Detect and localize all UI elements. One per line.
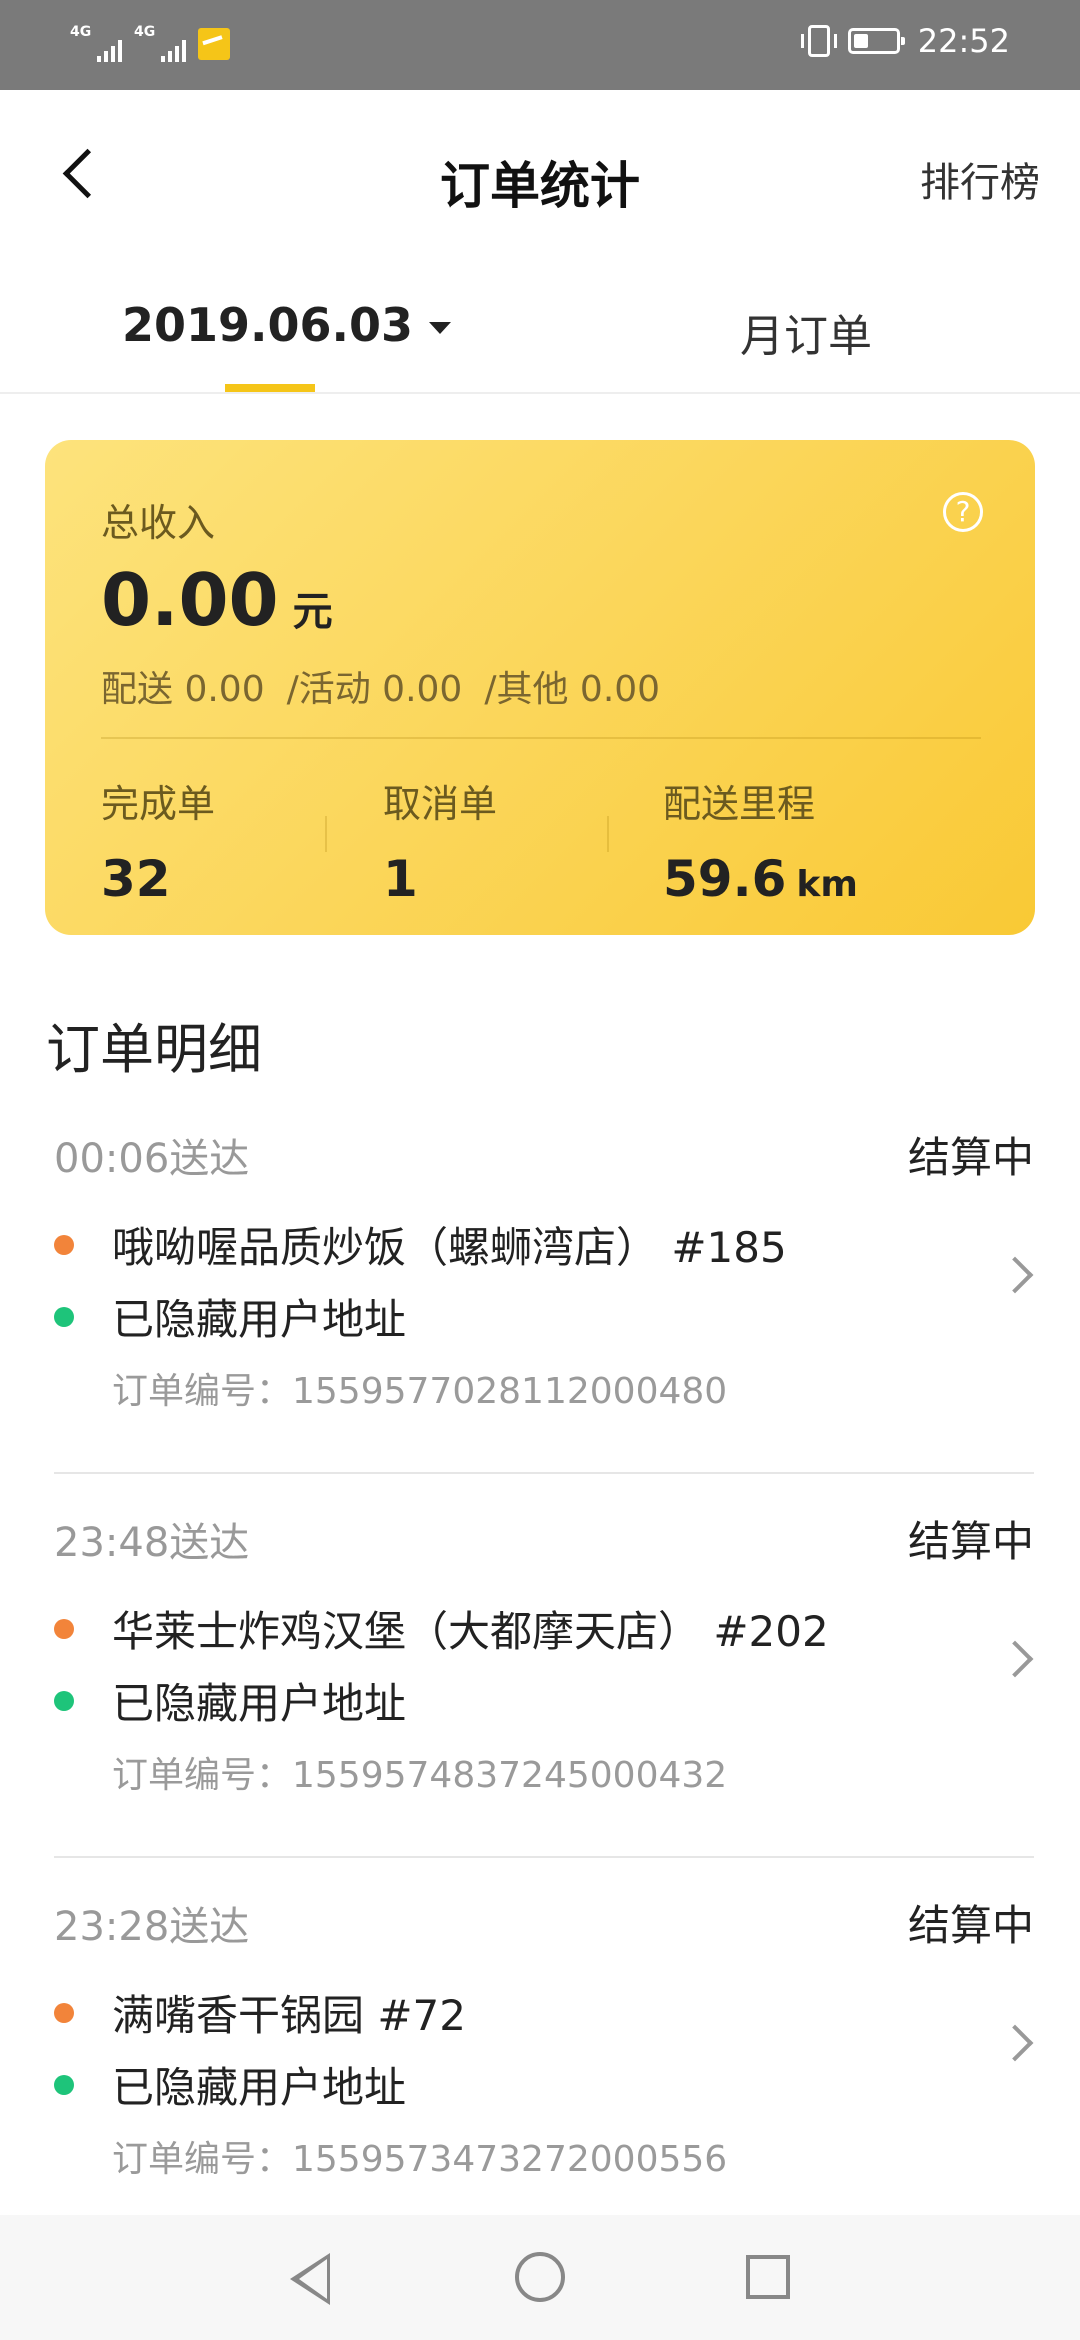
stat-value: 59.6 km: [663, 850, 858, 908]
battery-icon: [847, 28, 905, 54]
signal-icon: 4G: [134, 24, 186, 64]
stat-label: 完成单: [101, 782, 216, 826]
income-summary-card: 总收入 ? 0.00 元 配送 0.00 /活动 0.00 /其他 0.00 完…: [45, 440, 1035, 935]
caret-down-icon: [429, 322, 452, 334]
tab-date-label: 2019.06.03: [122, 298, 414, 352]
store-name: 哦呦喔品质炒饭（螺蛳湾店） #185: [112, 1223, 787, 1272]
store-name: 华莱士炸鸡汉堡（大都摩天店） #202: [112, 1607, 829, 1656]
network-type: 4G: [70, 24, 92, 40]
delivery-time: 23:48送达: [54, 1520, 250, 1566]
network-type: 4G: [134, 24, 156, 40]
settlement-status: 结算中: [907, 1133, 1034, 1182]
customer-address: 已隐藏用户地址: [112, 1295, 407, 1344]
dropoff-dot-icon: [54, 1306, 74, 1327]
order-number: 订单编号：1559574837245000432: [112, 1755, 728, 1796]
customer-address: 已隐藏用户地址: [112, 2063, 407, 2112]
dropoff-dot-icon: [54, 2074, 74, 2095]
ranking-button[interactable]: 排行榜: [920, 150, 1040, 208]
tab-active-indicator: [225, 384, 315, 392]
order-item[interactable]: 00:06送达 结算中 哦呦喔品质炒饭（螺蛳湾店） #185 已隐藏用户地址 订…: [0, 1090, 1080, 1474]
chevron-right-icon: [996, 2024, 1034, 2062]
signal-bars: [97, 40, 122, 62]
signal-icon: 4G: [70, 24, 122, 64]
status-right: 22:52: [800, 22, 1010, 60]
order-details-title: 订单明细: [46, 1018, 262, 1081]
address-line: 已隐藏用户地址: [54, 2054, 406, 2115]
cancelled-orders-stat: 取消单 1: [383, 773, 497, 908]
stat-unit: km: [796, 864, 858, 905]
other-income: /其他 0.00: [484, 669, 661, 710]
tab-date-picker[interactable]: 2019.06.03: [122, 298, 452, 352]
nav-recent-apps-icon[interactable]: [746, 2255, 790, 2299]
stat-number: 1: [383, 850, 418, 908]
card-divider: [101, 737, 981, 739]
tab-monthly-orders[interactable]: 月订单: [740, 300, 872, 364]
address-line: 已隐藏用户地址: [54, 1670, 406, 1731]
pickup-dot-icon: [54, 1234, 74, 1255]
app-notification-icon: [198, 28, 230, 60]
help-icon[interactable]: ?: [943, 492, 983, 532]
delivery-income: 配送 0.00: [101, 669, 265, 710]
nav-back-icon[interactable]: [290, 2253, 330, 2305]
settlement-status: 结算中: [907, 1901, 1034, 1950]
system-nav-bar: [0, 2215, 1080, 2340]
order-number: 订单编号：1559573473272000556: [112, 2139, 728, 2180]
signal-bars: [161, 40, 186, 62]
status-left: 4G 4G: [70, 24, 230, 64]
delivery-time: 00:06送达: [54, 1136, 250, 1182]
page-title: 订单统计: [440, 157, 640, 215]
store-line: 满嘴香干锅园 #72: [54, 1982, 466, 2043]
customer-address: 已隐藏用户地址: [112, 1679, 407, 1728]
nav-home-icon[interactable]: [515, 2252, 565, 2302]
dropoff-dot-icon: [54, 1690, 74, 1711]
vibrate-icon: [800, 25, 837, 57]
chevron-right-icon: [996, 1640, 1034, 1678]
stat-label: 取消单: [383, 782, 498, 826]
stat-number: 32: [101, 850, 171, 908]
pickup-dot-icon: [54, 2002, 74, 2023]
order-item[interactable]: 23:48送达 结算中 华莱士炸鸡汉堡（大都摩天店） #202 已隐藏用户地址 …: [0, 1474, 1080, 1858]
income-breakdown: 配送 0.00 /活动 0.00 /其他 0.00: [101, 660, 660, 712]
store-name: 满嘴香干锅园 #72: [112, 1991, 466, 2040]
delivery-distance-stat: 配送里程 59.6 km: [663, 773, 858, 908]
status-time: 22:52: [917, 22, 1010, 60]
settlement-status: 结算中: [907, 1517, 1034, 1566]
total-income: 0.00 元: [101, 558, 333, 642]
stat-value: 1: [383, 850, 497, 908]
status-bar: 4G 4G 22:52: [0, 0, 1080, 90]
header: 订单统计 排行榜: [0, 90, 1080, 260]
total-income-value: 0.00: [101, 558, 279, 642]
pickup-dot-icon: [54, 1618, 74, 1639]
stat-divider: [325, 816, 327, 852]
chevron-right-icon: [996, 1256, 1034, 1294]
tab-bar: 2019.06.03 月订单: [0, 260, 1080, 394]
stat-divider: [607, 816, 609, 852]
address-line: 已隐藏用户地址: [54, 1286, 406, 1347]
order-item[interactable]: 23:28送达 结算中 满嘴香干锅园 #72 已隐藏用户地址 订单编号：1559…: [0, 1858, 1080, 2242]
activity-income: /活动 0.00: [286, 669, 463, 710]
stat-number: 59.6: [663, 850, 787, 908]
store-line: 哦呦喔品质炒饭（螺蛳湾店） #185: [54, 1214, 787, 1275]
completed-orders-stat: 完成单 32: [101, 773, 215, 908]
store-line: 华莱士炸鸡汉堡（大都摩天店） #202: [54, 1598, 829, 1659]
order-number: 订单编号：1559577028112000480: [112, 1371, 728, 1412]
total-income-unit: 元: [292, 589, 333, 635]
stat-label: 配送里程: [663, 782, 816, 826]
stat-value: 32: [101, 850, 215, 908]
total-income-label: 总收入: [101, 501, 216, 545]
delivery-time: 23:28送达: [54, 1904, 250, 1950]
